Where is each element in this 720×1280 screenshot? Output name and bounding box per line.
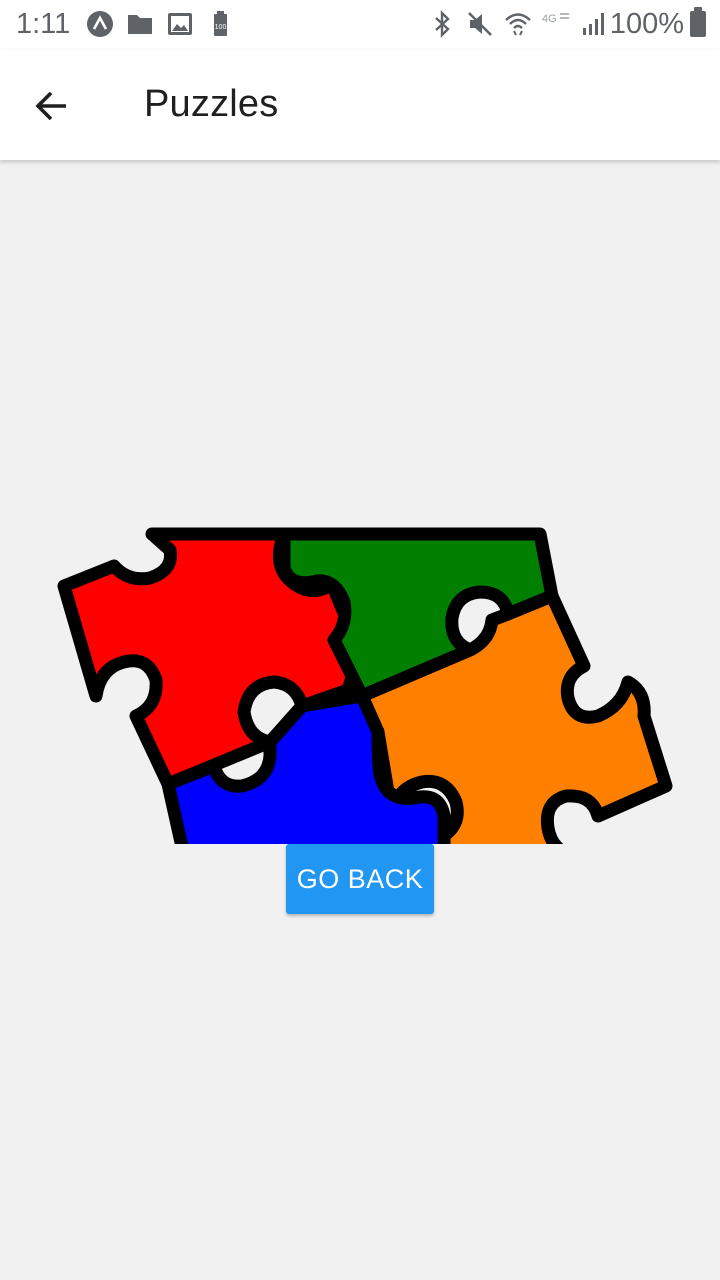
svg-text:4G: 4G <box>542 13 557 25</box>
bluetooth-icon <box>435 10 450 38</box>
status-time: 1:11 <box>16 8 71 40</box>
arrow-back-icon <box>35 91 66 121</box>
battery-saver-label: 100 <box>215 24 227 31</box>
status-bar: 1:11 100 4G 100% <box>0 0 720 50</box>
back-button[interactable] <box>22 76 82 136</box>
folder-icon <box>128 15 152 34</box>
status-left-icons: 100 <box>86 10 234 38</box>
jigsaw-puzzle-image <box>44 526 676 844</box>
wifi-icon <box>505 13 531 36</box>
status-right-icons: 4G <box>428 10 608 38</box>
expo-icon <box>87 11 113 37</box>
app-bar: Puzzles <box>0 50 720 160</box>
go-back-button[interactable]: GO BACK <box>286 844 434 914</box>
signal-icon <box>583 13 604 35</box>
image-icon <box>168 13 192 35</box>
mute-icon <box>468 12 492 36</box>
lte-icon: 4G <box>542 13 569 25</box>
page-title: Puzzles <box>144 83 279 125</box>
battery-saver-icon: 100 <box>214 11 227 36</box>
battery-icon <box>690 7 706 37</box>
battery-percent: 100% <box>609 8 684 40</box>
puzzle-illustration <box>57 527 673 844</box>
